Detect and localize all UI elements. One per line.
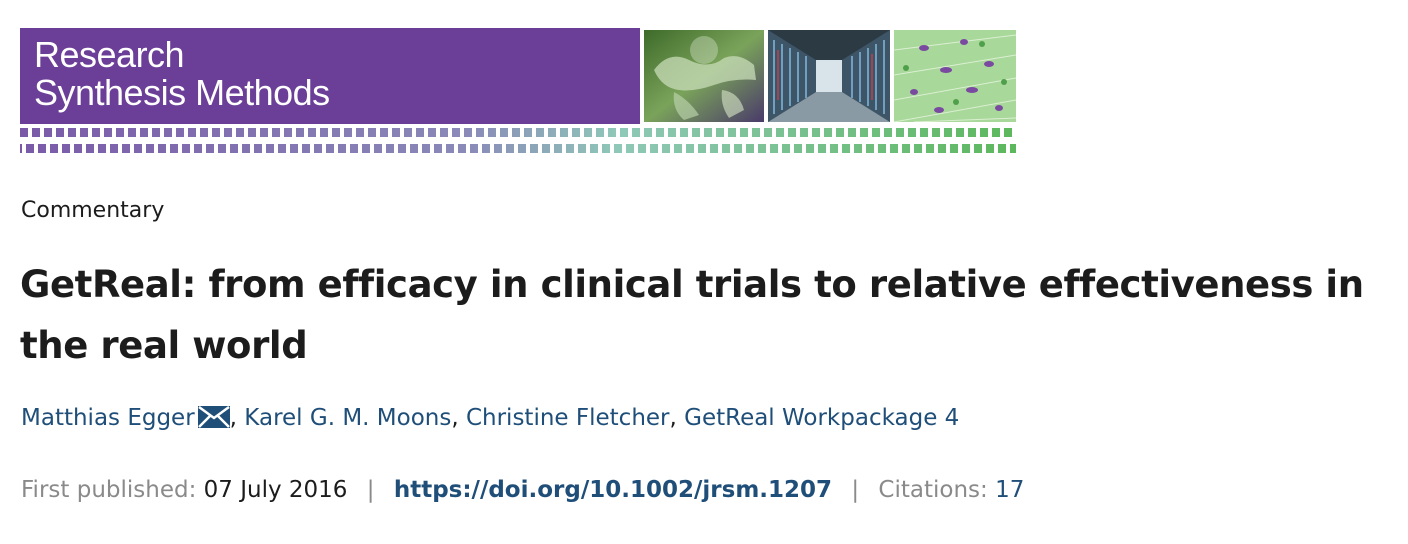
banner-dots-bottom	[20, 144, 1016, 153]
author-link-moons[interactable]: Karel G. M. Moons	[244, 405, 451, 431]
first-published-label: First published:	[21, 477, 197, 503]
journal-name: Research Synthesis Methods	[34, 34, 330, 113]
library-shelves-image	[768, 30, 890, 122]
journal-title-panel: Research Synthesis Methods	[20, 28, 640, 124]
banner-dots-top	[20, 128, 1016, 137]
author-list: Matthias Egger, Karel G. M. Moons, Chris…	[21, 405, 959, 431]
article-page: Research Synthesis Methods Commentary Ge…	[0, 0, 1408, 544]
first-published-date: 07 July 2016	[203, 477, 348, 503]
author-link-fletcher[interactable]: Christine Fletcher	[466, 405, 670, 431]
world-map-image	[644, 30, 764, 122]
journal-banner[interactable]: Research Synthesis Methods	[20, 28, 1016, 154]
doi-link[interactable]: https://doi.org/10.1002/jrsm.1207	[394, 477, 832, 503]
envelope-icon[interactable]	[197, 405, 230, 428]
author-link-egger[interactable]: Matthias Egger	[21, 405, 195, 431]
article-title: GetReal: from efficacy in clinical trial…	[20, 263, 1364, 367]
cell-diagram-image	[894, 30, 1016, 122]
meta-divider: |	[366, 477, 375, 503]
citations-label: Citations:	[878, 477, 988, 503]
citations-count-link[interactable]: 17	[995, 477, 1024, 503]
banner-main: Research Synthesis Methods	[20, 28, 1016, 124]
article-type: Commentary	[21, 198, 165, 223]
author-separator: ,	[669, 405, 685, 431]
publication-meta: First published: 07 July 2016 | https://…	[21, 477, 1024, 503]
author-separator: ,	[451, 405, 466, 431]
meta-divider: |	[851, 477, 860, 503]
author-link-getreal-workpackage[interactable]: GetReal Workpackage 4	[684, 405, 959, 431]
author-separator: ,	[229, 405, 245, 431]
